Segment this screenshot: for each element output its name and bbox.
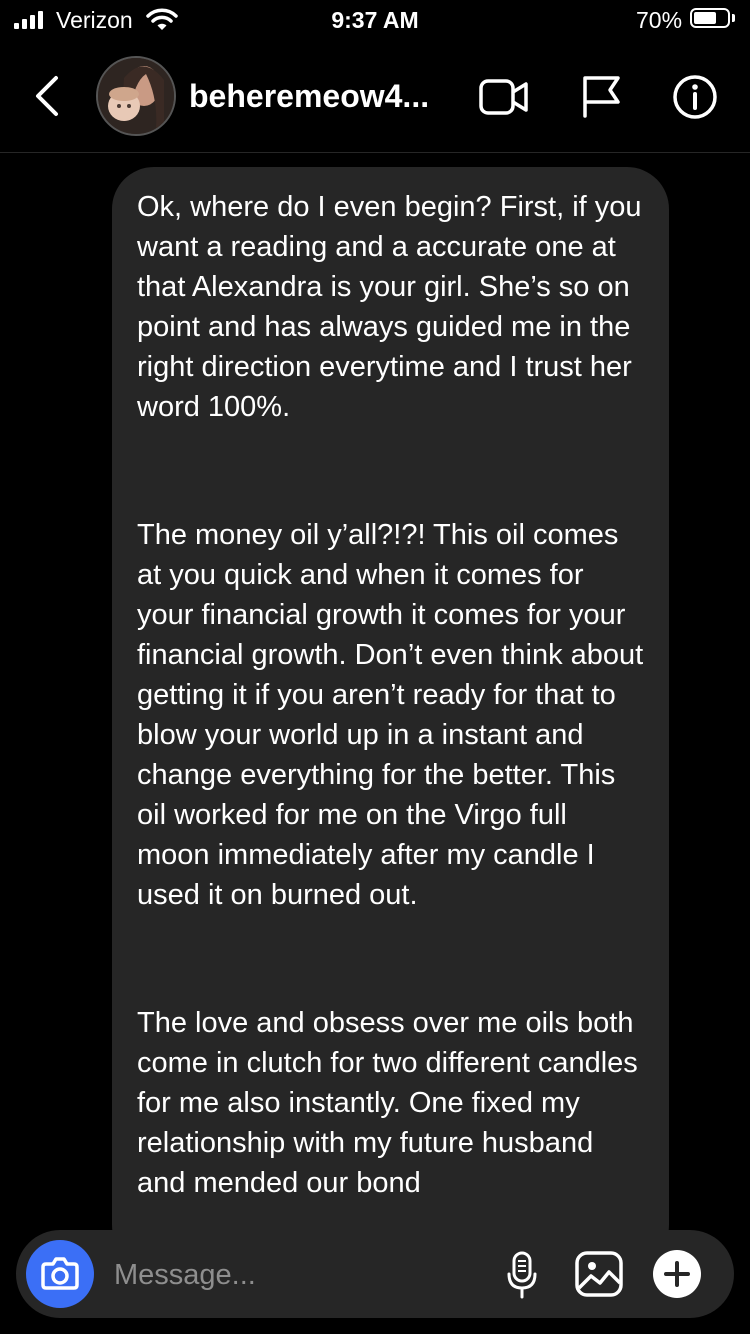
status-bar: Verizon 9:37 AM 70%	[0, 0, 750, 40]
microphone-icon[interactable]	[506, 1250, 538, 1300]
camera-icon	[41, 1257, 79, 1290]
message-composer	[16, 1230, 734, 1318]
chat-header: beheremeow4...	[0, 40, 750, 153]
battery-percent: 70%	[636, 7, 683, 33]
add-button[interactable]	[653, 1250, 701, 1298]
message-paragraph-1: Ok, where do I even begin? First, if you…	[137, 191, 642, 423]
video-call-icon[interactable]	[478, 76, 530, 118]
chat-username[interactable]: beheremeow4...	[189, 78, 429, 115]
info-icon[interactable]	[672, 74, 718, 120]
camera-button[interactable]	[26, 1240, 94, 1308]
battery-level	[694, 12, 716, 24]
avatar-photo	[98, 58, 174, 134]
plus-icon	[664, 1261, 690, 1287]
avatar[interactable]	[96, 56, 176, 136]
gallery-icon[interactable]	[574, 1250, 624, 1298]
back-chevron-icon[interactable]	[32, 74, 62, 118]
message-bubble[interactable]: Ok, where do I even begin? First, if you…	[112, 167, 669, 1267]
message-paragraph-3: The love and obsess over me oils both co…	[137, 1007, 638, 1199]
flag-icon[interactable]	[580, 74, 622, 118]
battery-cap	[732, 14, 735, 22]
message-input[interactable]	[112, 1250, 476, 1300]
battery-icon	[690, 8, 730, 28]
message-paragraph-2: The money oil y’all?!?! This oil comes a…	[137, 519, 644, 911]
